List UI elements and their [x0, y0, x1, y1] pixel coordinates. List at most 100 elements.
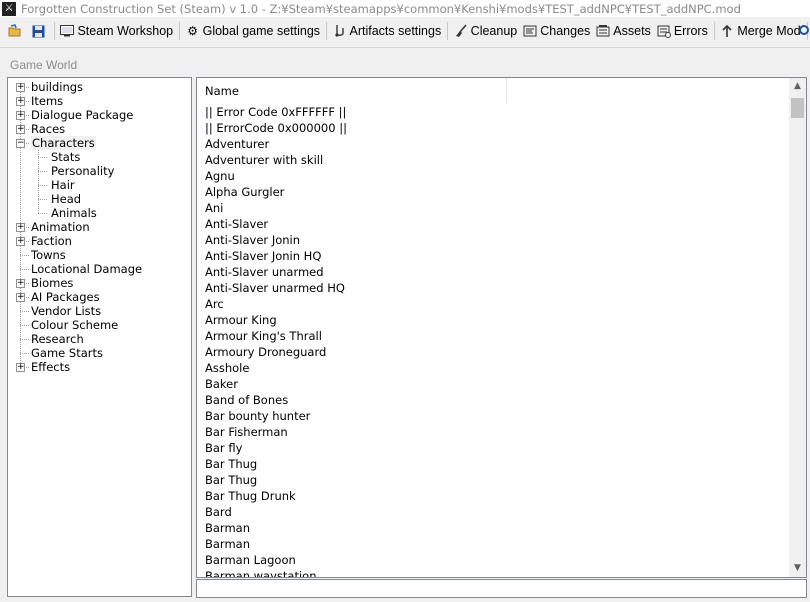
list-item[interactable]: || ErrorCode 0x000000 ||: [205, 120, 347, 136]
tree-item[interactable]: AI Packages: [31, 290, 100, 304]
vertical-scrollbar[interactable]: ▲ ▼: [789, 78, 806, 577]
expand-plus-icon[interactable]: +: [16, 111, 25, 120]
list-item[interactable]: Bar Thug Drunk: [205, 488, 347, 504]
assets-icon: [596, 24, 610, 38]
expand-plus-icon[interactable]: +: [16, 97, 25, 106]
open-button[interactable]: [0, 20, 28, 42]
list-item[interactable]: Bar Thug: [205, 456, 347, 472]
window-title: Forgotten Construction Set (Steam) v 1.0…: [21, 1, 741, 16]
scroll-down-arrow-icon[interactable]: ▼: [789, 560, 806, 577]
expand-plus-icon[interactable]: +: [16, 293, 25, 302]
overflow-icon[interactable]: [799, 22, 810, 38]
tree-item[interactable]: Head: [51, 192, 81, 206]
scroll-thumb[interactable]: [791, 98, 804, 118]
list-item[interactable]: Bar bounty hunter: [205, 408, 347, 424]
tree-connector: [38, 150, 39, 213]
collapse-minus-icon[interactable]: −: [16, 139, 25, 148]
list-item[interactable]: Bar fly: [205, 440, 347, 456]
tree-item[interactable]: Colour Scheme: [31, 318, 118, 332]
list-item[interactable]: || Error Code 0xFFFFFF ||: [205, 104, 347, 120]
list-item[interactable]: Adventurer with skill: [205, 152, 347, 168]
scroll-up-arrow-icon[interactable]: ▲: [789, 78, 806, 95]
tree-item[interactable]: Hair: [51, 178, 75, 192]
global-game-settings-button[interactable]: ⚙ Global game settings: [183, 20, 323, 42]
tree-item[interactable]: Races: [31, 122, 65, 136]
title-bar: ⚔ Forgotten Construction Set (Steam) v 1…: [0, 0, 810, 17]
list-item[interactable]: Barman waystation: [205, 568, 347, 577]
column-header-name[interactable]: Name: [197, 78, 507, 103]
expand-plus-icon[interactable]: +: [16, 125, 25, 134]
list-item[interactable]: Bar Thug: [205, 472, 347, 488]
changes-button[interactable]: Changes: [520, 20, 593, 42]
expand-plus-icon[interactable]: +: [16, 363, 25, 372]
list-item[interactable]: Agnu: [205, 168, 347, 184]
tree-connector: [38, 213, 47, 214]
tree-connector: [38, 157, 47, 158]
tree-item[interactable]: Items: [31, 94, 63, 108]
list-item[interactable]: Anti-Slaver unarmed: [205, 264, 347, 280]
tree-item[interactable]: Characters: [31, 136, 96, 150]
expand-plus-icon[interactable]: +: [16, 223, 25, 232]
assets-button[interactable]: Assets: [593, 20, 654, 42]
list-item[interactable]: Barman Lagoon: [205, 552, 347, 568]
app-icon: ⚔: [2, 1, 16, 16]
list-item[interactable]: Anti-Slaver Jonin: [205, 232, 347, 248]
expand-plus-icon[interactable]: +: [16, 83, 25, 92]
cleanup-button[interactable]: Cleanup: [451, 20, 521, 42]
item-list[interactable]: Name || Error Code 0xFFFFFF || || ErrorCo…: [196, 77, 807, 578]
tree-item[interactable]: Biomes: [31, 276, 73, 290]
artifacts-icon: [333, 24, 347, 38]
list-item[interactable]: Armoury Droneguard: [205, 344, 347, 360]
tree-connector: [38, 171, 47, 172]
tree-item[interactable]: Animation: [31, 220, 90, 234]
gear-icon: ⚙: [187, 24, 198, 38]
tree-item[interactable]: Stats: [51, 150, 80, 164]
list-item[interactable]: Armour King's Thrall: [205, 328, 347, 344]
list-item[interactable]: Anti-Slaver unarmed HQ: [205, 280, 347, 296]
tree-item[interactable]: Game Starts: [31, 346, 103, 360]
steam-workshop-button[interactable]: Steam Workshop: [57, 20, 176, 42]
list-item[interactable]: Anti-Slaver: [205, 216, 347, 232]
errors-icon: [657, 24, 671, 38]
tree-item[interactable]: Research: [31, 332, 84, 346]
list-item[interactable]: Adventurer: [205, 136, 347, 152]
tree-item[interactable]: buildings: [31, 80, 83, 94]
list-item[interactable]: Bar Fisherman: [205, 424, 347, 440]
list-item[interactable]: Baker: [205, 376, 347, 392]
category-tree[interactable]: + buildings + Items + Dialogue Package + Races −…: [7, 77, 192, 597]
merge-icon: [720, 24, 734, 38]
list-item[interactable]: Barman: [205, 520, 347, 536]
list-item[interactable]: Asshole: [205, 360, 347, 376]
list-item[interactable]: Band of Bones: [205, 392, 347, 408]
list-item[interactable]: Ani: [205, 200, 347, 216]
tree-connector: [20, 339, 29, 340]
list-item[interactable]: Bard: [205, 504, 347, 520]
workshop-icon: [60, 24, 75, 38]
list-item[interactable]: Alpha Gurgler: [205, 184, 347, 200]
list-item[interactable]: Armour King: [205, 312, 347, 328]
status-box: [196, 579, 807, 598]
expand-plus-icon[interactable]: +: [16, 279, 25, 288]
changes-icon: [523, 24, 537, 38]
artifacts-settings-button[interactable]: Artifacts settings: [330, 20, 445, 42]
merge-mod-button[interactable]: Merge Mod: [717, 20, 803, 42]
tree-item[interactable]: Towns: [31, 248, 66, 262]
tree-item[interactable]: Dialogue Package: [31, 108, 133, 122]
expand-plus-icon[interactable]: +: [16, 237, 25, 246]
save-button[interactable]: [28, 20, 51, 42]
tree-item[interactable]: Effects: [31, 360, 70, 374]
list-item[interactable]: Barman: [205, 536, 347, 552]
list-items: || Error Code 0xFFFFFF || || ErrorCode 0x…: [205, 104, 347, 577]
tree-item[interactable]: Locational Damage: [31, 262, 142, 276]
errors-button[interactable]: Errors: [654, 20, 711, 42]
tree-connector: [38, 185, 47, 186]
tree-item[interactable]: Personality: [51, 164, 114, 178]
tree-item[interactable]: Animals: [51, 206, 97, 220]
broom-icon: [454, 24, 468, 38]
tree-item[interactable]: Vendor Lists: [31, 304, 101, 318]
list-item[interactable]: Arc: [205, 296, 347, 312]
tree-connector: [38, 199, 47, 200]
toolbar: Steam Workshop ⚙ Global game settings Ar…: [0, 19, 810, 43]
tree-item[interactable]: Faction: [31, 234, 72, 248]
list-item[interactable]: Anti-Slaver Jonin HQ: [205, 248, 347, 264]
